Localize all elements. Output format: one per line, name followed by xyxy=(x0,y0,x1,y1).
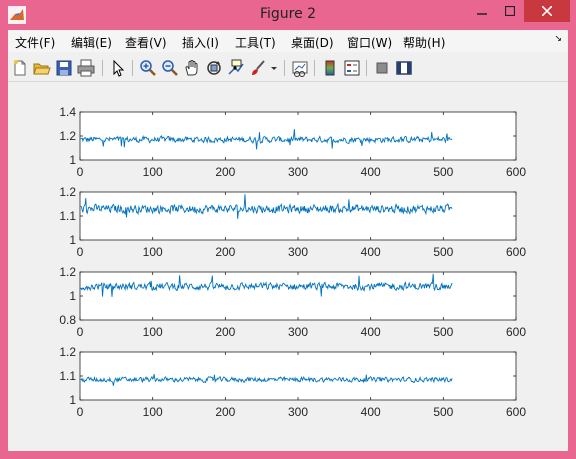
data-cursor-icon[interactable] xyxy=(227,59,245,77)
axes-box-3 xyxy=(79,271,517,321)
x-tick-label: 500 xyxy=(433,165,453,179)
print-icon[interactable] xyxy=(77,59,95,77)
client-area: 文件(F) 编辑(E) 查看(V) 插入(I) 工具(T) 桌面(D) 窗口(W… xyxy=(8,30,568,451)
x-tick-label: 600 xyxy=(506,405,526,419)
save-icon[interactable] xyxy=(55,59,73,77)
x-tick-label: 600 xyxy=(506,325,526,339)
minimize-button[interactable] xyxy=(468,0,496,22)
menu-help[interactable]: 帮助(H) xyxy=(403,34,445,51)
new-figure-icon[interactable] xyxy=(11,59,29,77)
y-tick-label: 1.1 xyxy=(59,209,76,223)
x-tick-label: 0 xyxy=(77,325,84,339)
x-tick-label: 100 xyxy=(143,245,163,259)
x-tick-label: 300 xyxy=(288,165,308,179)
x-tick-label: 200 xyxy=(215,165,235,179)
y-tick-label: 1 xyxy=(69,153,76,167)
y-tick-label: 0.8 xyxy=(59,313,76,327)
x-tick-label: 500 xyxy=(433,405,453,419)
edit-plot-arrow-icon[interactable] xyxy=(109,59,127,77)
axes-box-4 xyxy=(79,351,517,401)
subplot-figure: 0 100 200 300 400 500 60011.21.40 100 200 300 400 5… xyxy=(59,105,526,419)
axes-box-2 xyxy=(79,191,517,241)
x-tick-label: 100 xyxy=(143,165,163,179)
toolbar-separator xyxy=(366,60,367,76)
colorbar-icon[interactable] xyxy=(321,59,339,77)
x-tick-label: 100 xyxy=(143,325,163,339)
y-tick-label: 1.4 xyxy=(59,105,76,119)
rotate-3d-icon[interactable] xyxy=(205,59,223,77)
figure-window: Figure 2 文件(F) 编辑(E) 查看(V) 插入(I) 工具(T) 桌… xyxy=(0,0,576,459)
zoom-out-icon[interactable] xyxy=(161,59,179,77)
x-tick-label: 500 xyxy=(433,245,453,259)
y-tick-label: 1 xyxy=(69,393,76,407)
menu-view[interactable]: 查看(V) xyxy=(125,34,167,51)
minimize-icon xyxy=(477,13,487,15)
figure-canvas[interactable]: 0 100 200 300 400 500 600 1 1.2 1.4 0 100 200 300 400 5… xyxy=(8,82,568,451)
x-tick-label: 400 xyxy=(361,165,381,179)
x-tick-label: 0 xyxy=(77,245,84,259)
menu-file[interactable]: 文件(F) xyxy=(15,34,55,51)
menu-window[interactable]: 窗口(W) xyxy=(347,34,392,51)
brush-icon[interactable] xyxy=(249,59,267,77)
zoom-in-icon[interactable] xyxy=(139,59,157,77)
menu-bar: 文件(F) 编辑(E) 查看(V) 插入(I) 工具(T) 桌面(D) 窗口(W… xyxy=(8,30,568,52)
axes-box-1 xyxy=(79,111,517,161)
x-tick-label: 400 xyxy=(361,405,381,419)
x-tick-label: 500 xyxy=(433,325,453,339)
hide-plot-tools-icon[interactable] xyxy=(373,59,391,77)
x-tick-label: 0 xyxy=(77,165,84,179)
pan-hand-icon[interactable] xyxy=(183,59,201,77)
maximize-button[interactable] xyxy=(496,0,524,22)
toolbar-separator xyxy=(102,60,103,76)
x-tick-label: 400 xyxy=(361,245,381,259)
show-plot-tools-icon[interactable] xyxy=(395,59,413,77)
y-tick-label: 1.2 xyxy=(59,185,76,199)
menu-insert[interactable]: 插入(I) xyxy=(182,34,219,51)
menu-tools[interactable]: 工具(T) xyxy=(235,34,276,51)
toolbar-separator xyxy=(314,60,315,76)
toolbar-separator xyxy=(284,60,285,76)
maximize-icon xyxy=(505,6,515,16)
y-tick-label: 1.2 xyxy=(59,265,76,279)
y-tick-label: 1.2 xyxy=(59,129,76,143)
close-icon xyxy=(542,6,552,16)
menu-dock-arrow-icon[interactable]: ↘ xyxy=(554,34,562,44)
x-tick-label: 200 xyxy=(215,245,235,259)
x-tick-label: 400 xyxy=(361,325,381,339)
brush-dropdown-icon[interactable] xyxy=(269,59,279,77)
x-tick-label: 300 xyxy=(288,245,308,259)
menu-desktop[interactable]: 桌面(D) xyxy=(291,34,334,51)
open-file-icon[interactable] xyxy=(33,59,51,77)
x-tick-label: 100 xyxy=(143,405,163,419)
x-tick-label: 200 xyxy=(215,325,235,339)
x-tick-label: 0 xyxy=(77,405,84,419)
legend-icon[interactable] xyxy=(343,59,361,77)
x-tick-label: 200 xyxy=(215,405,235,419)
toolbar-separator xyxy=(132,60,133,76)
y-tick-label: 1 xyxy=(69,233,76,247)
x-tick-label: 300 xyxy=(288,405,308,419)
figure-toolbar xyxy=(8,55,568,82)
link-plot-icon[interactable] xyxy=(291,59,309,77)
y-tick-label: 1.1 xyxy=(59,369,76,383)
y-tick-label: 1.2 xyxy=(59,345,76,359)
x-tick-label: 300 xyxy=(288,325,308,339)
menu-edit[interactable]: 编辑(E) xyxy=(71,34,112,51)
x-tick-label: 600 xyxy=(506,165,526,179)
close-button[interactable] xyxy=(524,0,570,22)
y-tick-label: 1 xyxy=(69,289,76,303)
x-tick-label: 600 xyxy=(506,245,526,259)
title-bar[interactable]: Figure 2 xyxy=(0,0,576,30)
